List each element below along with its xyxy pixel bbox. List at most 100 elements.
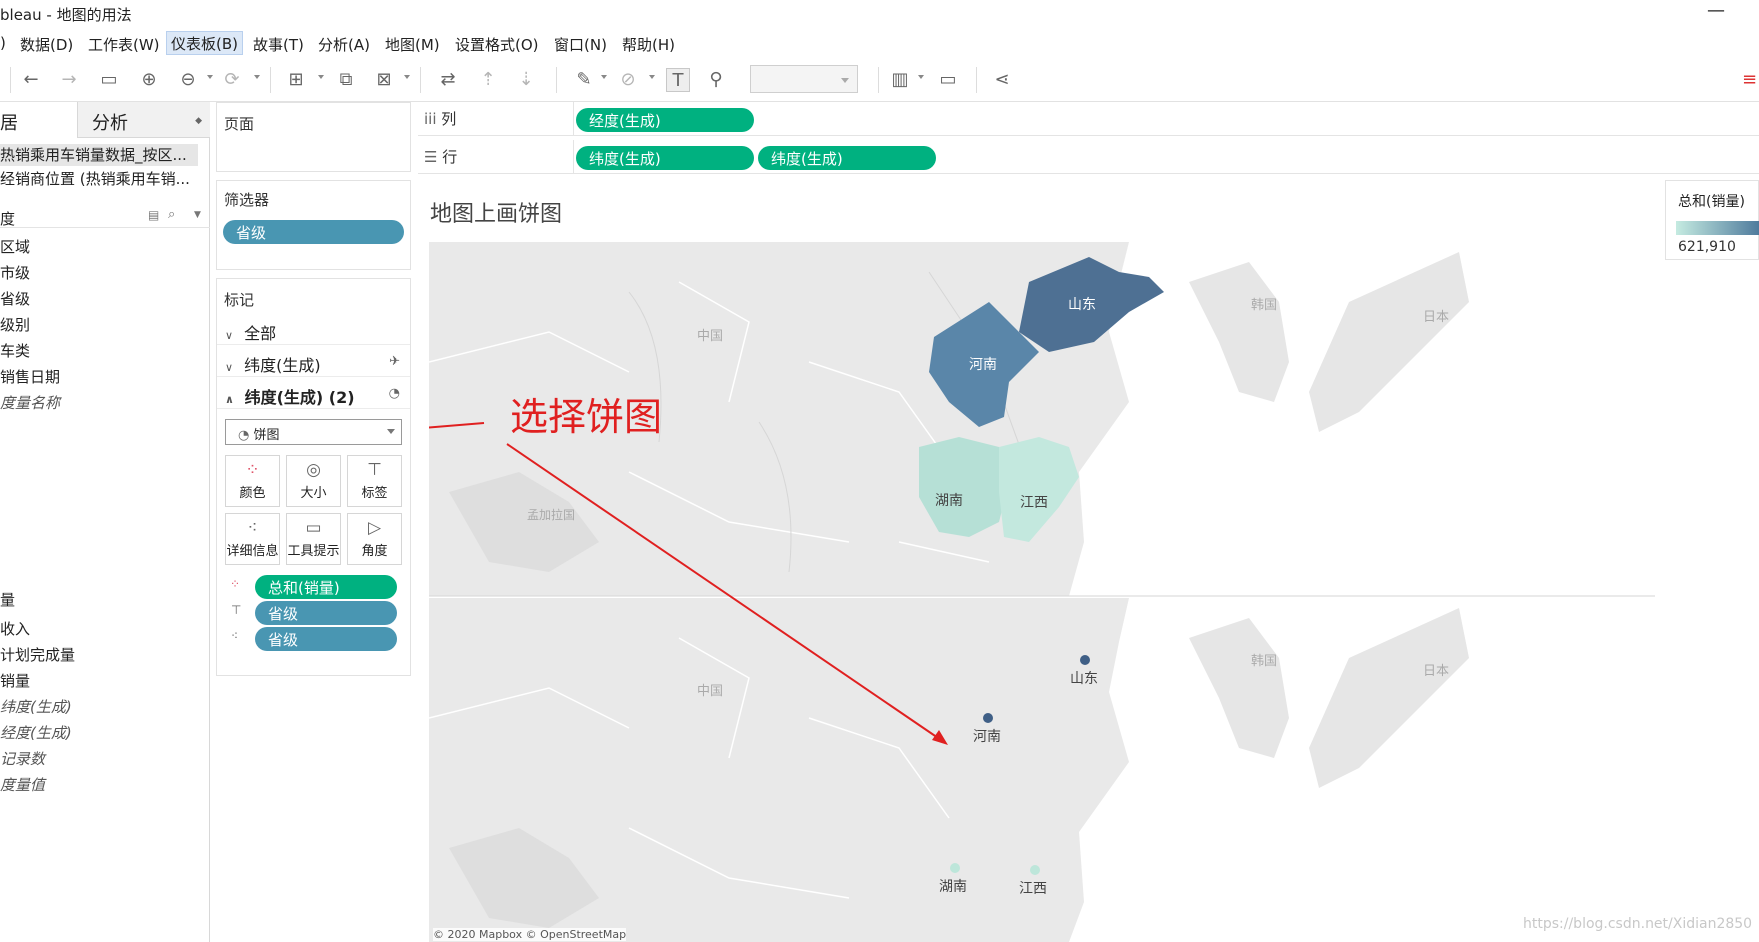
filters-card-title: 筛选器 (224, 191, 270, 209)
minimize-icon[interactable]: — (1707, 0, 1725, 21)
dimension-field[interactable]: 市级 (0, 262, 30, 283)
chevron-down-icon[interactable]: ◆ (195, 116, 202, 126)
dropdown-arrow-icon[interactable] (318, 75, 324, 79)
menu-item-dashboard[interactable]: 仪表板(B) (166, 31, 243, 55)
dimension-field[interactable]: 度量名称 (0, 392, 60, 413)
menu-item-worksheet[interactable]: 工作表(W) (84, 33, 164, 55)
size-button[interactable]: ◎ 大小 (286, 455, 341, 507)
pages-card[interactable]: 页面 (216, 102, 411, 172)
menu-item-map[interactable]: 地图(M) (381, 33, 444, 55)
measure-field[interactable]: 度量值 (0, 774, 45, 795)
share-icon[interactable]: ⋖ (990, 68, 1014, 92)
label-button[interactable]: ⊤ 标签 (347, 455, 402, 507)
menu-item-help[interactable]: 帮助(H) (618, 33, 679, 55)
dimension-field[interactable]: 车类 (0, 340, 30, 361)
columns-pill[interactable]: 经度(生成) (576, 108, 754, 132)
duplicate-sheet-icon[interactable]: ⧉ (334, 68, 358, 92)
swap-axes-icon[interactable]: ⇄ (436, 68, 460, 92)
clear-sheet-icon[interactable]: ⊠ (372, 68, 396, 92)
pause-updates-icon[interactable]: ⊖ (176, 68, 200, 92)
presentation-mode-icon[interactable]: ▭ (936, 68, 960, 92)
map-attribution[interactable]: © 2020 Mapbox © OpenStreetMap (433, 928, 627, 941)
map-view[interactable]: 中国 韩国 日本 孟加拉国 山东 河南 湖南 江西 中国 韩国 日本 山东 河南… (311, 242, 1655, 942)
data-source-item[interactable]: 经销商位置 (热销乘用车销... (0, 168, 198, 190)
dropdown-arrow-icon[interactable] (207, 75, 213, 79)
color-legend[interactable]: 总和(销量) 621,910 (1665, 180, 1759, 260)
search-icon[interactable]: ⌕ (168, 207, 175, 222)
toolbar: ← → ▭ ⊕ ⊖ ⟳ ⊞ ⧉ ⊠ ⇄ ⇡ ⇣ ✎ ⊘ T ⚲ ▥ ▭ ⋖ ≡ (0, 58, 1759, 102)
view-list-icon[interactable]: ▤ (148, 208, 159, 222)
undo-icon[interactable]: ← (19, 68, 43, 92)
angle-button[interactable]: ▷ 角度 (347, 513, 402, 565)
highlight-icon[interactable]: ✎ (572, 68, 596, 92)
filters-card[interactable]: 筛选器 省级 (216, 180, 411, 270)
toolbar-separator (878, 67, 879, 93)
new-worksheet-icon[interactable]: ⊞ (284, 68, 308, 92)
tooltip-button[interactable]: ▭ 工具提示 (286, 513, 341, 565)
menu-item-window[interactable]: 窗口(N) (550, 33, 611, 55)
measure-field[interactable]: 记录数 (0, 748, 45, 769)
marks-row-latitude-1[interactable]: ∨ 纬度(生成) ✈ (217, 347, 410, 377)
measures-header: 量 (0, 591, 16, 609)
dropdown-arrow-icon[interactable] (918, 75, 924, 79)
color-icon: ⁘ (245, 460, 260, 480)
show-me-icon[interactable]: ≡ (1740, 68, 1759, 92)
redo-icon[interactable]: → (57, 68, 81, 92)
mark-type-dropdown[interactable]: ◔ 饼图 (225, 419, 402, 445)
chevron-down-icon (387, 429, 395, 434)
save-icon[interactable]: ▭ (97, 68, 121, 92)
mark-type-value: 饼图 (253, 428, 280, 443)
refresh-icon[interactable]: ⟳ (220, 68, 244, 92)
data-source-item[interactable]: 热销乘用车销量数据_按区... (0, 144, 198, 166)
encoding-pill-color[interactable]: 总和(销量) (255, 575, 397, 599)
dropdown-arrow-icon[interactable] (601, 75, 607, 79)
color-button[interactable]: ⁘ 颜色 (225, 455, 280, 507)
marks-row-label: 全部 (244, 324, 277, 343)
encoding-pill-label[interactable]: 省级 (255, 601, 397, 625)
measure-field[interactable]: 纬度(生成) (0, 696, 72, 717)
chevron-down-icon (841, 78, 849, 83)
marks-row-latitude-2[interactable]: ∧ 纬度(生成) (2) ◔ (217, 379, 410, 409)
group-members-icon[interactable]: ⊘ (616, 68, 640, 92)
dropdown-arrow-icon[interactable] (254, 75, 260, 79)
menu-item-story[interactable]: 故事(T) (249, 33, 308, 55)
chevron-down-icon[interactable]: ▼ (194, 210, 201, 220)
rows-pill[interactable]: 纬度(生成) (758, 146, 936, 170)
data-pane: 居 分析 ◆ 热销乘用车销量数据_按区... 经销商位置 (热销乘用车销... … (0, 102, 210, 942)
map-label-china: 中国 (697, 684, 724, 699)
sort-ascending-icon[interactable]: ⇡ (476, 68, 500, 92)
rows-icon: ☰ (424, 148, 438, 166)
measure-field[interactable]: 销量 (0, 670, 30, 691)
new-data-source-icon[interactable]: ⊕ (137, 68, 161, 92)
rows-pill[interactable]: 纬度(生成) (576, 146, 754, 170)
menu-item-data[interactable]: 数据(D) (16, 33, 77, 55)
sort-descending-icon[interactable]: ⇣ (514, 68, 538, 92)
map-label-hunan: 湖南 (939, 879, 967, 895)
measure-field[interactable]: 经度(生成) (0, 722, 72, 743)
show-mark-labels-icon[interactable]: T (666, 68, 690, 92)
menu-item-analysis[interactable]: 分析(A) (314, 33, 374, 55)
fit-dropdown[interactable] (750, 65, 858, 93)
menu-item-truncated[interactable]: ) (0, 33, 10, 55)
dimension-field[interactable]: 级别 (0, 314, 30, 335)
marks-row-all[interactable]: ∨ 全部 (217, 315, 410, 345)
encoding-pill-detail[interactable]: 省级 (255, 627, 397, 651)
pin-axes-icon[interactable]: ⚲ (704, 68, 728, 92)
map-label-henan: 河南 (973, 729, 1001, 745)
menu-item-format[interactable]: 设置格式(O) (451, 33, 543, 55)
dimension-field[interactable]: 区域 (0, 236, 30, 257)
dimension-field[interactable]: 省级 (0, 288, 30, 309)
dropdown-arrow-icon[interactable] (649, 75, 655, 79)
rows-shelf[interactable]: ☰ 行 纬度(生成) 纬度(生成) (418, 140, 1759, 174)
tab-data[interactable]: 居 (0, 102, 78, 138)
measure-field[interactable]: 计划完成量 (0, 644, 75, 665)
filter-pill[interactable]: 省级 (223, 220, 404, 244)
measure-field[interactable]: 收入 (0, 618, 30, 639)
dimension-field[interactable]: 销售日期 (0, 366, 60, 387)
detail-button-label: 详细信息 (226, 544, 279, 559)
columns-shelf[interactable]: iii 列 经度(生成) (418, 102, 1759, 136)
show-cards-icon[interactable]: ▥ (888, 68, 912, 92)
tab-analysis[interactable]: 分析 ◆ (78, 102, 210, 138)
dropdown-arrow-icon[interactable] (404, 75, 410, 79)
detail-button[interactable]: ⁖ 详细信息 (225, 513, 280, 565)
